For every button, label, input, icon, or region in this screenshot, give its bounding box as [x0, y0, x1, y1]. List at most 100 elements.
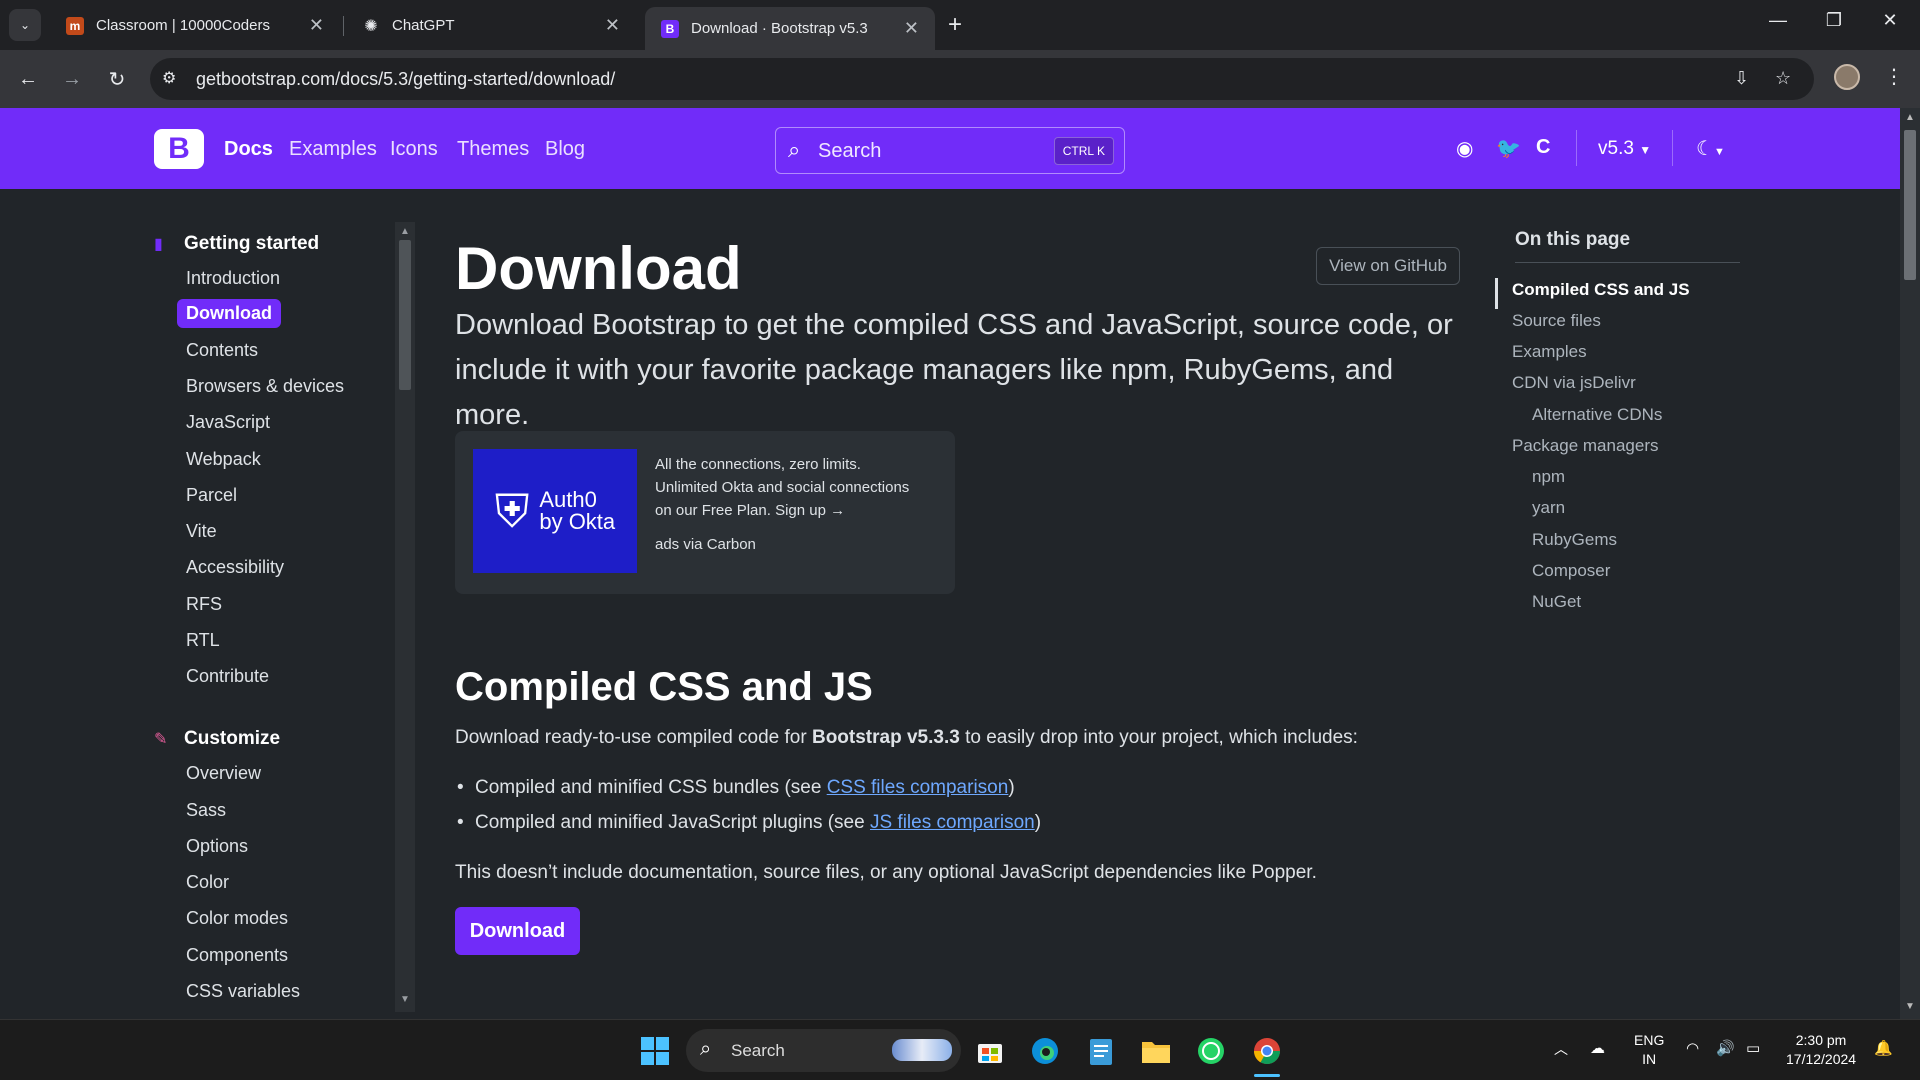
scroll-down-icon[interactable]: ▼ — [400, 994, 410, 1005]
on-this-page-toc: On this page Compiled CSS and JS Source … — [1495, 189, 1745, 689]
version-dropdown[interactable]: v5.3 ▼ — [1598, 138, 1651, 160]
sidebar-item-css-variables[interactable]: CSS variables — [186, 977, 300, 1006]
site-info-icon[interactable]: ⚙ — [162, 68, 176, 88]
profile-avatar[interactable] — [1834, 64, 1860, 90]
theme-toggle[interactable]: ☾▼ — [1696, 136, 1725, 161]
language-indicator[interactable]: ENG IN — [1634, 1031, 1664, 1069]
nav-icons[interactable]: Icons — [390, 138, 438, 161]
page-scroll-thumb[interactable] — [1904, 130, 1916, 280]
sidebar-item-rtl[interactable]: RTL — [186, 626, 220, 655]
tab-bootstrap-download[interactable]: B Download · Bootstrap v5.3 ✕ — [645, 7, 935, 50]
toc-item-nuget[interactable]: NuGet — [1532, 592, 1581, 612]
js-files-comparison-link[interactable]: JS files comparison — [870, 812, 1035, 833]
close-tab-icon[interactable]: ✕ — [309, 15, 324, 36]
sidebar-item-options[interactable]: Options — [186, 832, 248, 861]
opencollective-icon[interactable]: C — [1536, 136, 1550, 159]
toc-item-yarn[interactable]: yarn — [1532, 498, 1565, 518]
scroll-up-icon[interactable]: ▲ — [400, 226, 410, 237]
taskbar-search[interactable]: ⌕ Search — [686, 1029, 961, 1072]
scroll-down-icon[interactable]: ▼ — [1905, 1001, 1915, 1012]
page-scrollbar[interactable]: ▲ ▼ — [1900, 108, 1920, 1019]
ads-via-carbon-link[interactable]: ads via Carbon — [655, 536, 756, 553]
start-windows-icon[interactable] — [638, 1034, 672, 1068]
sidebar-scrollbar[interactable]: ▲ ▼ — [395, 222, 415, 1012]
back-icon[interactable]: ← — [13, 64, 43, 94]
sidebar-item-overview[interactable]: Overview — [186, 759, 261, 788]
toc-item-package-managers[interactable]: Package managers — [1512, 436, 1658, 456]
close-window-icon[interactable]: ✕ — [1870, 10, 1910, 31]
nav-examples[interactable]: Examples — [289, 138, 377, 161]
sidebar-item-javascript[interactable]: JavaScript — [186, 408, 270, 437]
toc-item-source-files[interactable]: Source files — [1512, 311, 1601, 331]
sidebar-item-contribute[interactable]: Contribute — [186, 662, 269, 691]
nav-themes[interactable]: Themes — [457, 138, 529, 161]
view-on-github-button[interactable]: View on GitHub — [1316, 247, 1460, 285]
toc-item-alternative-cdns[interactable]: Alternative CDNs — [1532, 405, 1662, 425]
toc-item-cdn-jsdelivr[interactable]: CDN via jsDelivr — [1512, 373, 1636, 393]
sidebar-scroll-thumb[interactable] — [399, 240, 411, 390]
download-button[interactable]: Download — [455, 907, 580, 955]
sidebar-item-components[interactable]: Components — [186, 941, 288, 970]
bootstrap-logo[interactable]: B — [154, 129, 204, 169]
clock[interactable]: 2:30 pm 17/12/2024 — [1786, 1031, 1856, 1069]
sidebar-item-webpack[interactable]: Webpack — [186, 445, 261, 474]
edge-icon[interactable] — [1028, 1034, 1062, 1068]
onedrive-cloud-icon[interactable]: ☁ — [1590, 1039, 1605, 1058]
sidebar-item-contents[interactable]: Contents — [186, 336, 258, 365]
show-hidden-icons-chevron-icon[interactable]: ︿ — [1554, 1040, 1568, 1059]
volume-icon[interactable]: 🔊 — [1716, 1039, 1735, 1058]
notepad-icon[interactable] — [1084, 1034, 1118, 1068]
twitter-icon[interactable]: 🐦 — [1496, 136, 1521, 161]
url-text[interactable]: getbootstrap.com/docs/5.3/getting-starte… — [196, 69, 615, 90]
file-explorer-icon[interactable] — [1139, 1034, 1173, 1068]
sidebar-item-sass[interactable]: Sass — [186, 796, 226, 825]
sidebar-item-download[interactable]: Download — [177, 299, 281, 328]
css-files-comparison-link[interactable]: CSS files comparison — [827, 777, 1009, 798]
sidebar-item-browsers-devices[interactable]: Browsers & devices — [186, 372, 344, 401]
scroll-up-icon[interactable]: ▲ — [1905, 112, 1915, 123]
forward-icon[interactable]: → — [57, 64, 87, 94]
tab-classroom[interactable]: m Classroom | 10000Coders ✕ — [50, 7, 340, 44]
toc-item-examples[interactable]: Examples — [1512, 342, 1587, 362]
install-app-icon[interactable]: ⇩ — [1734, 68, 1749, 89]
toc-item-npm[interactable]: npm — [1532, 467, 1565, 487]
toc-item-composer[interactable]: Composer — [1532, 561, 1610, 581]
new-tab-icon[interactable]: + — [948, 11, 962, 39]
auth0-ad-image[interactable]: ⛨ Auth0 by Okta — [473, 449, 637, 573]
tab-search-dropdown-icon[interactable]: ⌄ — [9, 9, 41, 41]
sidebar-item-color-modes[interactable]: Color modes — [186, 904, 288, 933]
section-intro: Download ready-to-use compiled code for … — [455, 727, 1358, 749]
sidebar-item-accessibility[interactable]: Accessibility — [186, 553, 284, 582]
wifi-icon[interactable]: ◠ — [1686, 1039, 1699, 1058]
sidebar-item-rfs[interactable]: RFS — [186, 590, 222, 619]
nav-docs[interactable]: Docs — [224, 138, 273, 161]
lead-line: include it with your favorite package ma… — [455, 354, 1394, 431]
site-navbar: B Docs Examples Icons Themes Blog ⌕ Sear… — [0, 108, 1900, 189]
close-tab-icon[interactable]: ✕ — [904, 18, 919, 39]
nav-blog[interactable]: Blog — [545, 138, 585, 161]
toc-item-compiled-css-js[interactable]: Compiled CSS and JS — [1512, 280, 1690, 300]
notification-bell-icon[interactable]: 🔔 — [1874, 1039, 1893, 1058]
reload-icon[interactable]: ↻ — [102, 64, 132, 94]
toc-item-rubygems[interactable]: RubyGems — [1532, 530, 1617, 550]
close-tab-icon[interactable]: ✕ — [605, 15, 620, 36]
region-code: IN — [1642, 1051, 1657, 1067]
sidebar-item-color[interactable]: Color — [186, 868, 229, 897]
microsoft-store-icon[interactable] — [973, 1034, 1007, 1068]
bookmark-star-icon[interactable]: ☆ — [1775, 68, 1791, 89]
ad-text[interactable]: All the connections, zero limits. Unlimi… — [655, 453, 945, 522]
tab-chatgpt[interactable]: ✺ ChatGPT ✕ — [346, 7, 636, 44]
address-bar[interactable]: ⚙ getbootstrap.com/docs/5.3/getting-star… — [150, 58, 1814, 100]
sidebar-item-vite[interactable]: Vite — [186, 517, 217, 546]
github-icon[interactable]: ◉ — [1456, 136, 1473, 161]
restore-icon[interactable]: ❐ — [1814, 10, 1854, 31]
minimize-icon[interactable]: — — [1758, 10, 1798, 31]
sidebar-item-introduction[interactable]: Introduction — [186, 264, 280, 293]
sidebar-item-parcel[interactable]: Parcel — [186, 481, 237, 510]
main-content: Download View on GitHub Download Bootstr… — [455, 189, 1465, 1019]
chrome-icon[interactable] — [1250, 1034, 1284, 1068]
battery-icon[interactable]: ▭ — [1746, 1039, 1760, 1058]
docs-search-button[interactable]: ⌕ Search CTRL K — [775, 127, 1125, 174]
whatsapp-icon[interactable] — [1194, 1034, 1228, 1068]
browser-menu-icon[interactable]: ⋮ — [1884, 64, 1904, 89]
